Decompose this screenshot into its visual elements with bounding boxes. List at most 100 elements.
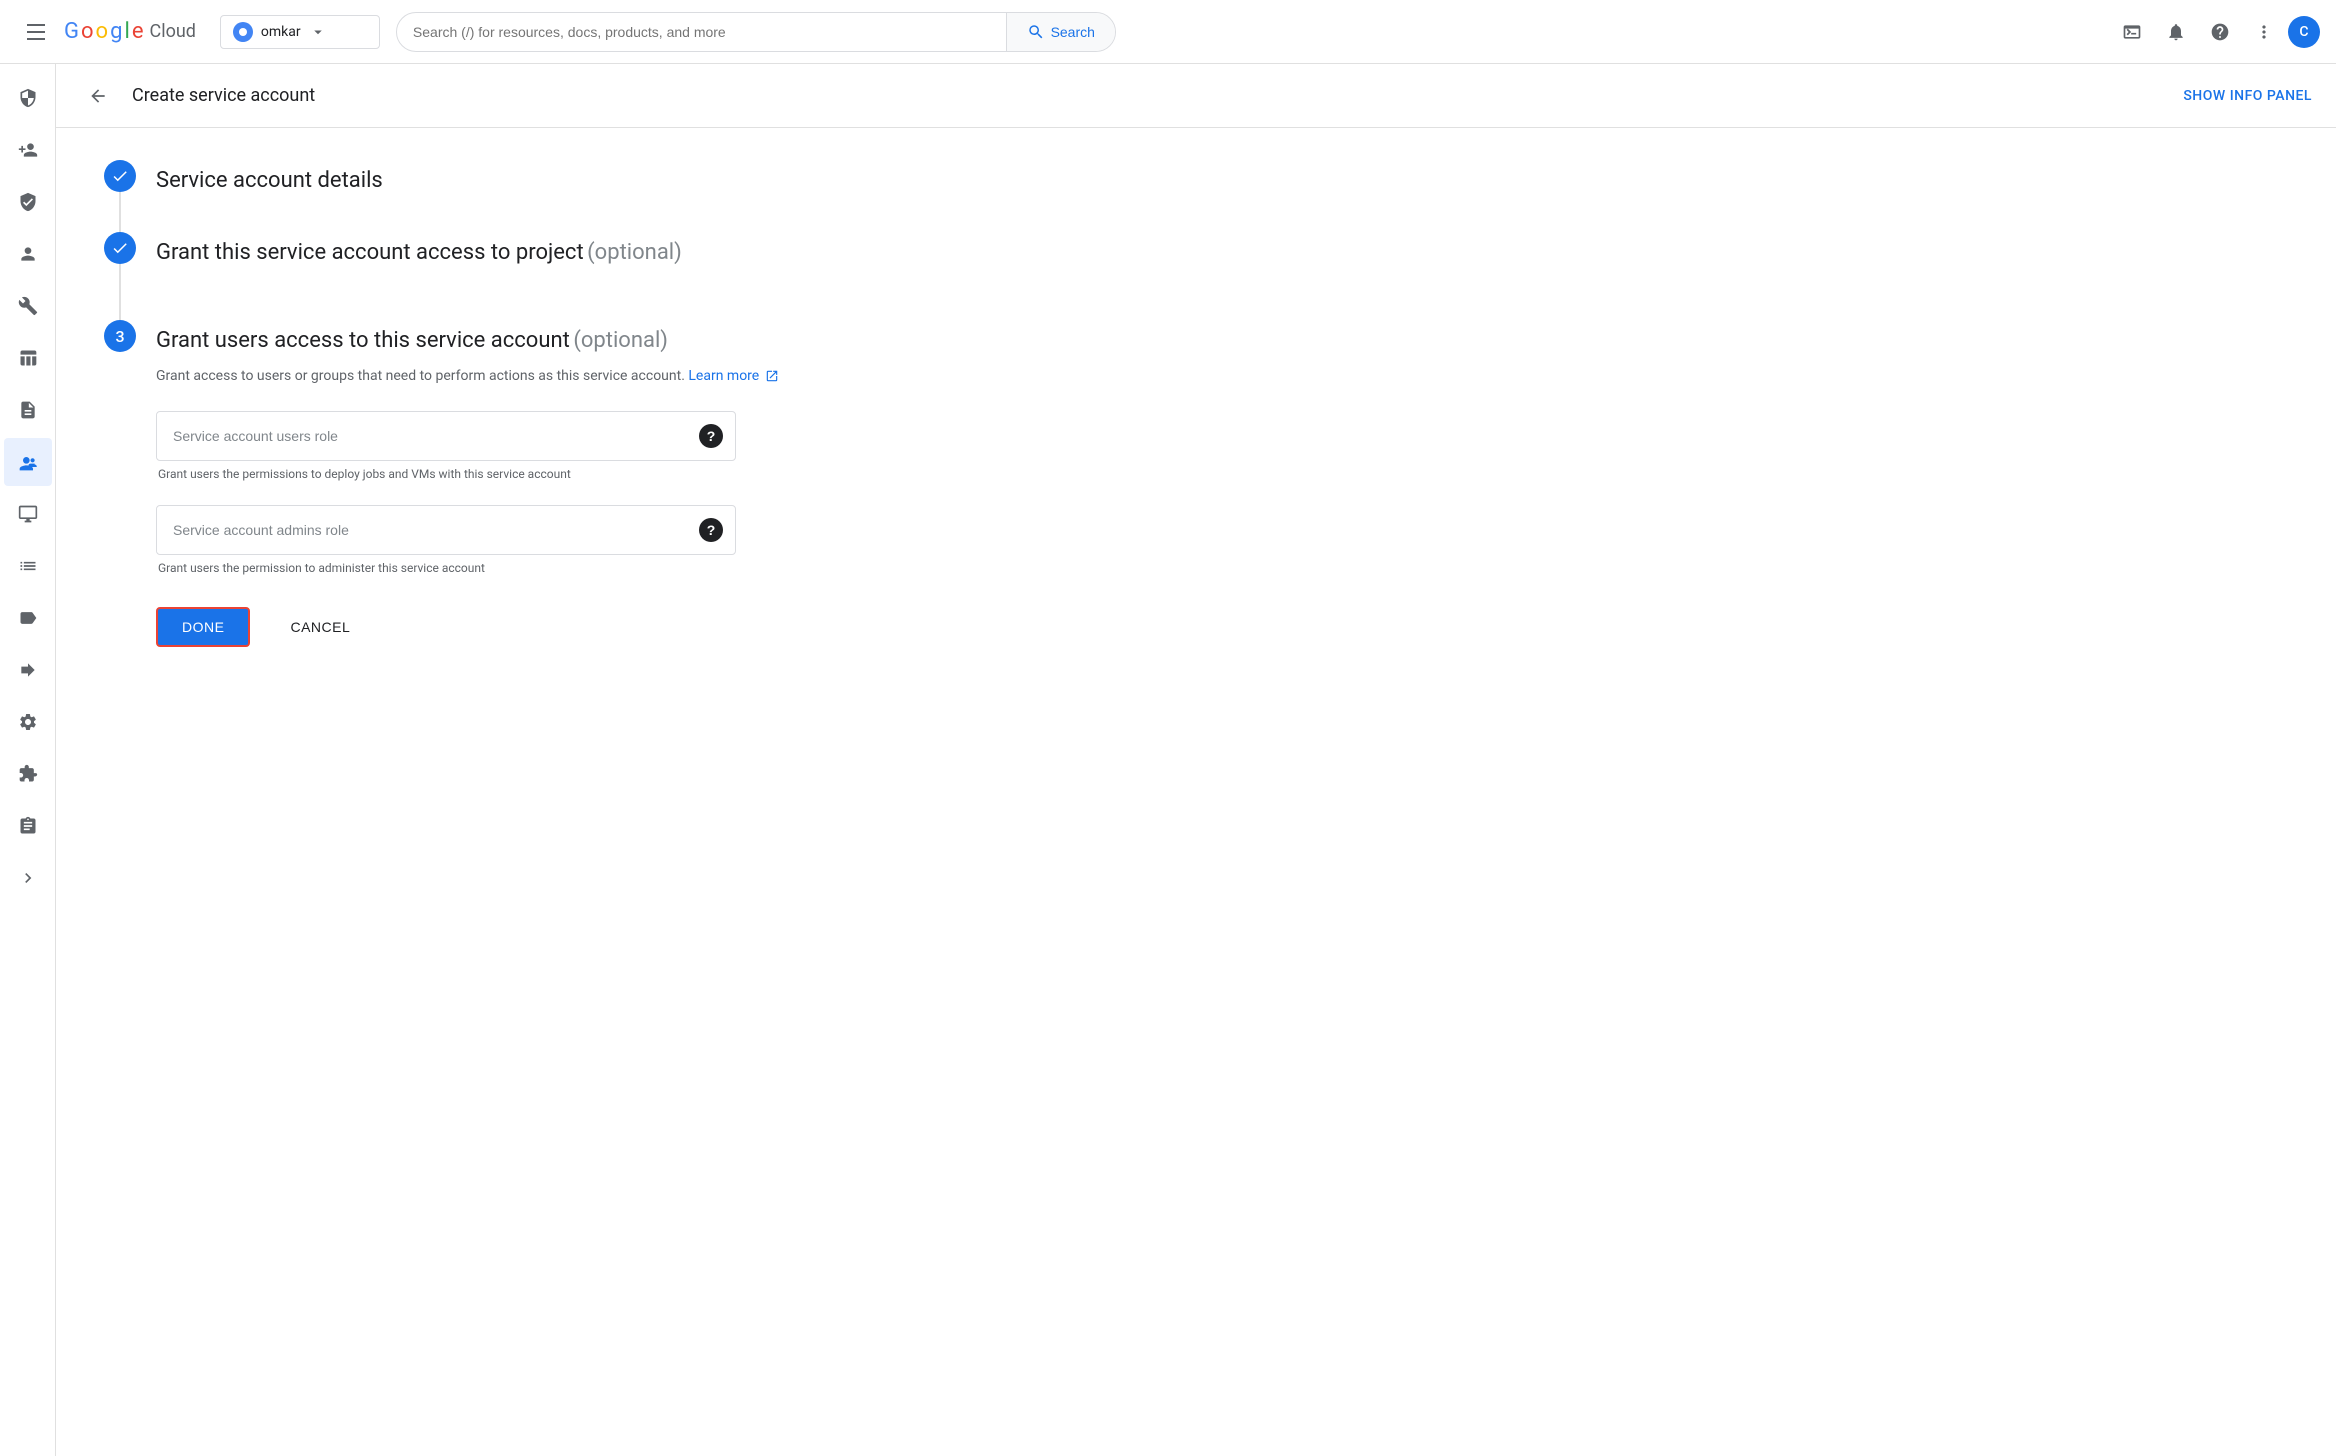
checkmark-icon-2 — [111, 239, 129, 257]
step-1-indicator — [104, 160, 136, 232]
help-button[interactable] — [2200, 12, 2240, 52]
nav-icons: C — [2112, 12, 2320, 52]
top-nav: Google Cloud omkar Search C — [0, 0, 2336, 64]
cancel-button[interactable]: CANCEL — [266, 609, 374, 645]
help-icon — [2210, 22, 2230, 42]
chevron-down-icon — [309, 23, 327, 41]
sidebar-item-screen[interactable] — [4, 490, 52, 538]
sidebar-item-forward[interactable] — [4, 646, 52, 694]
sidebar-item-audit[interactable] — [4, 802, 52, 850]
sidebar-item-service-accounts[interactable] — [4, 438, 52, 486]
user-avatar[interactable]: C — [2288, 16, 2320, 48]
more-vert-icon — [2254, 22, 2274, 42]
sidebar-item-person[interactable] — [4, 230, 52, 278]
external-link-icon — [765, 369, 779, 383]
done-button[interactable]: DONE — [156, 607, 250, 647]
step-1-content: Service account details — [156, 160, 908, 221]
step-1-line — [119, 192, 121, 232]
chevron-right-icon — [18, 868, 38, 888]
step-3-title: Grant users access to this service accou… — [156, 328, 570, 353]
verified-user-icon — [18, 192, 38, 212]
person-icon — [18, 244, 38, 264]
extension-icon — [18, 764, 38, 784]
step-3-content: Grant users access to this service accou… — [156, 320, 908, 647]
google-cloud-logo[interactable]: Google Cloud — [64, 19, 196, 44]
step-3-number: 3 — [115, 327, 124, 346]
form-content: Service account details Grant this servi… — [56, 128, 956, 679]
hamburger-menu[interactable] — [16, 12, 56, 52]
step-2-line — [119, 264, 121, 320]
search-button[interactable]: Search — [1006, 13, 1115, 51]
sidebar-item-expand[interactable] — [4, 854, 52, 902]
logo-text: Google Cloud — [64, 19, 196, 44]
description-icon — [18, 400, 38, 420]
desktop-icon — [18, 504, 38, 524]
step-2-title: Grant this service account access to pro… — [156, 240, 584, 265]
button-row: DONE CANCEL — [156, 607, 908, 647]
wrench-icon — [18, 296, 38, 316]
sidebar-item-tag[interactable] — [4, 594, 52, 642]
settings-icon — [18, 712, 38, 732]
notifications-icon — [2166, 22, 2186, 42]
project-icon — [233, 22, 253, 42]
step-1-title: Service account details — [156, 168, 383, 193]
back-button[interactable] — [80, 78, 116, 114]
admins-role-help-text: Grant users the permission to administer… — [156, 561, 908, 575]
sidebar — [0, 64, 56, 1456]
sidebar-item-list[interactable] — [4, 542, 52, 590]
step-2: Grant this service account access to pro… — [104, 232, 908, 320]
page-header: Create service account SHOW INFO PANEL — [56, 64, 2336, 128]
sidebar-item-shield2[interactable] — [4, 178, 52, 226]
page-header-left: Create service account — [80, 78, 315, 114]
notifications-button[interactable] — [2156, 12, 2196, 52]
users-role-field-group: ? Grant users the permissions to deploy … — [156, 411, 908, 481]
users-role-help-icon: ? — [699, 424, 723, 448]
sidebar-item-shield[interactable] — [4, 74, 52, 122]
admins-role-help-icon: ? — [699, 518, 723, 542]
step-2-circle — [104, 232, 136, 264]
sidebar-item-table[interactable] — [4, 334, 52, 382]
step-2-indicator — [104, 232, 136, 320]
sidebar-item-document[interactable] — [4, 386, 52, 434]
step-3-indicator: 3 — [104, 320, 136, 352]
admins-role-help-button[interactable]: ? — [687, 506, 735, 554]
search-icon — [1027, 23, 1045, 41]
label-icon — [18, 608, 38, 628]
sidebar-item-plugin[interactable] — [4, 750, 52, 798]
back-arrow-icon — [88, 86, 108, 106]
more-options-button[interactable] — [2244, 12, 2284, 52]
admins-role-input-container: ? — [156, 505, 736, 555]
project-selector[interactable]: omkar — [220, 15, 380, 49]
step-3-heading: Grant users access to this service accou… — [156, 326, 908, 357]
learn-more-link[interactable]: Learn more — [688, 368, 759, 384]
sidebar-item-person-add[interactable] — [4, 126, 52, 174]
manage-accounts-icon — [18, 452, 38, 472]
step-2-content: Grant this service account access to pro… — [156, 232, 908, 293]
page-title: Create service account — [132, 85, 315, 106]
shield-icon — [18, 88, 38, 108]
admins-role-input[interactable] — [157, 508, 687, 552]
users-role-input[interactable] — [157, 414, 687, 458]
audit-icon — [18, 816, 38, 836]
person-add-icon — [18, 140, 38, 160]
forward-icon — [18, 660, 38, 680]
hamburger-icon — [27, 24, 45, 40]
admins-role-field-group: ? Grant users the permission to administ… — [156, 505, 908, 575]
show-info-panel-button[interactable]: SHOW INFO PANEL — [2183, 88, 2312, 104]
search-button-label: Search — [1051, 24, 1095, 40]
terminal-button[interactable] — [2112, 12, 2152, 52]
main-content: Create service account SHOW INFO PANEL S… — [56, 64, 2336, 1456]
users-role-help-text: Grant users the permissions to deploy jo… — [156, 467, 908, 481]
table-chart-icon — [18, 348, 38, 368]
users-role-help-button[interactable]: ? — [687, 412, 735, 460]
app-body: Create service account SHOW INFO PANEL S… — [0, 64, 2336, 1456]
sidebar-item-wrench[interactable] — [4, 282, 52, 330]
list-icon — [18, 556, 38, 576]
sidebar-item-settings[interactable] — [4, 698, 52, 746]
checkmark-icon — [111, 167, 129, 185]
search-input[interactable] — [397, 14, 1006, 50]
users-role-input-container: ? — [156, 411, 736, 461]
terminal-icon — [2122, 22, 2142, 42]
search-bar: Search — [396, 12, 1116, 52]
step-3-description: Grant access to users or groups that nee… — [156, 365, 908, 387]
